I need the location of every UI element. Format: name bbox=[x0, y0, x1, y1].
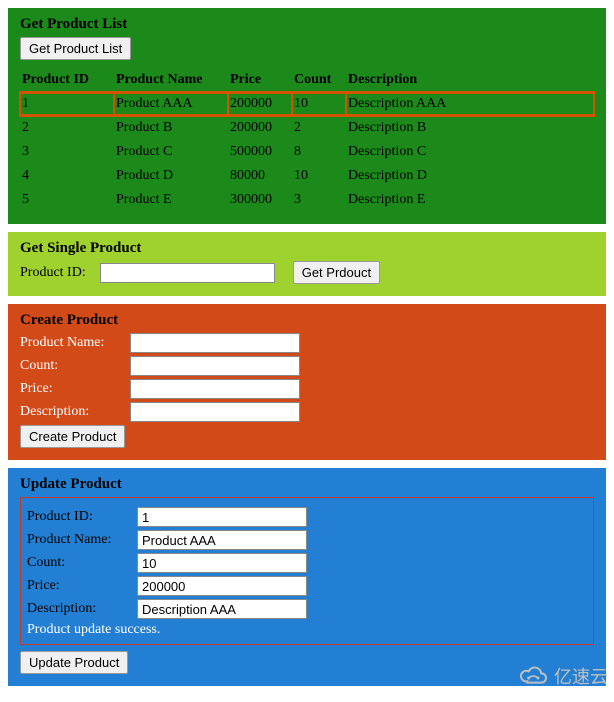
create-name-label: Product Name: bbox=[20, 335, 130, 351]
cell-id: 4 bbox=[20, 164, 114, 188]
table-row[interactable]: 4Product D8000010Description D bbox=[20, 164, 594, 188]
update-id-label: Product ID: bbox=[27, 509, 137, 525]
cell-name: Product C bbox=[114, 140, 228, 164]
cell-desc: Description E bbox=[346, 188, 594, 212]
update-count-label: Count: bbox=[27, 555, 137, 571]
create-desc-label: Description: bbox=[20, 404, 130, 420]
product-table: Product ID Product Name Price Count Desc… bbox=[20, 68, 594, 212]
th-id: Product ID bbox=[20, 68, 114, 92]
cell-price: 200000 bbox=[228, 92, 292, 116]
table-row[interactable]: 3Product C5000008Description C bbox=[20, 140, 594, 164]
th-count: Count bbox=[292, 68, 346, 92]
create-name-input[interactable] bbox=[130, 333, 300, 353]
cell-id: 2 bbox=[20, 116, 114, 140]
get-product-list-button[interactable]: Get Product List bbox=[20, 37, 131, 60]
create-count-input[interactable] bbox=[130, 356, 300, 376]
table-row[interactable]: 1Product AAA20000010Description AAA bbox=[20, 92, 594, 116]
get-product-list-section: Get Product List Get Product List Produc… bbox=[8, 8, 606, 224]
cell-name: Product B bbox=[114, 116, 228, 140]
cell-desc: Description B bbox=[346, 116, 594, 140]
cell-id: 1 bbox=[20, 92, 114, 116]
cell-count: 2 bbox=[292, 116, 346, 140]
update-product-button[interactable]: Update Product bbox=[20, 651, 128, 674]
table-row[interactable]: 2Product B2000002Description B bbox=[20, 116, 594, 140]
single-id-input[interactable] bbox=[100, 263, 275, 283]
cell-price: 500000 bbox=[228, 140, 292, 164]
cell-price: 80000 bbox=[228, 164, 292, 188]
table-row[interactable]: 5Product E3000003Description E bbox=[20, 188, 594, 212]
th-price: Price bbox=[228, 68, 292, 92]
update-desc-label: Description: bbox=[27, 601, 137, 617]
th-desc: Description bbox=[346, 68, 594, 92]
create-desc-input[interactable] bbox=[130, 402, 300, 422]
cell-count: 3 bbox=[292, 188, 346, 212]
update-id-input[interactable] bbox=[137, 507, 307, 527]
get-list-title: Get Product List bbox=[20, 16, 594, 33]
cell-name: Product E bbox=[114, 188, 228, 212]
cell-desc: Description AAA bbox=[346, 92, 594, 116]
update-desc-input[interactable] bbox=[137, 599, 307, 619]
cell-name: Product D bbox=[114, 164, 228, 188]
update-status-message: Product update success. bbox=[27, 622, 587, 638]
create-price-label: Price: bbox=[20, 381, 130, 397]
create-product-section: Create Product Product Name: Count: Pric… bbox=[8, 304, 606, 460]
update-form-box: Product ID: Product Name: Count: Price: … bbox=[20, 497, 594, 645]
cell-desc: Description D bbox=[346, 164, 594, 188]
update-title: Update Product bbox=[20, 476, 594, 493]
cell-id: 5 bbox=[20, 188, 114, 212]
create-price-input[interactable] bbox=[130, 379, 300, 399]
cell-count: 10 bbox=[292, 92, 346, 116]
cell-count: 10 bbox=[292, 164, 346, 188]
create-title: Create Product bbox=[20, 312, 594, 329]
update-product-section: Update Product Product ID: Product Name:… bbox=[8, 468, 606, 686]
th-name: Product Name bbox=[114, 68, 228, 92]
cell-name: Product AAA bbox=[114, 92, 228, 116]
cell-price: 200000 bbox=[228, 116, 292, 140]
update-price-input[interactable] bbox=[137, 576, 307, 596]
update-name-label: Product Name: bbox=[27, 532, 137, 548]
cell-count: 8 bbox=[292, 140, 346, 164]
cell-desc: Description C bbox=[346, 140, 594, 164]
get-product-button[interactable]: Get Prdouct bbox=[293, 261, 380, 284]
cell-price: 300000 bbox=[228, 188, 292, 212]
update-count-input[interactable] bbox=[137, 553, 307, 573]
cell-id: 3 bbox=[20, 140, 114, 164]
update-name-input[interactable] bbox=[137, 530, 307, 550]
create-product-button[interactable]: Create Product bbox=[20, 425, 125, 448]
create-count-label: Count: bbox=[20, 358, 130, 374]
get-single-title: Get Single Product bbox=[20, 240, 594, 257]
update-price-label: Price: bbox=[27, 578, 137, 594]
single-id-label: Product ID: bbox=[20, 265, 86, 281]
get-single-product-section: Get Single Product Product ID: Get Prdou… bbox=[8, 232, 606, 296]
